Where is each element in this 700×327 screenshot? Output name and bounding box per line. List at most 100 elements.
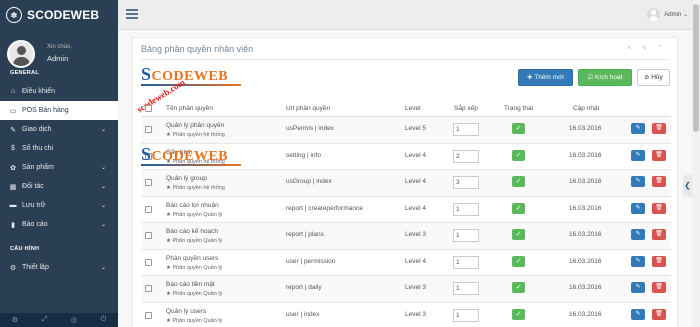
sidebar-item-4[interactable]: ✿ Sản phẩm ⌄	[0, 158, 118, 177]
sort-order-input[interactable]: 1	[453, 229, 479, 242]
sort-order-input[interactable]: 1	[453, 202, 479, 216]
row-checkbox[interactable]	[145, 258, 152, 266]
sidebar-menu-config: ⚙ Thiết lập ⌄	[0, 258, 118, 277]
gear-icon[interactable]: ⚙	[12, 316, 18, 324]
fullscreen-icon[interactable]: ⤢	[42, 316, 48, 324]
permission-url: usGroup | index	[286, 178, 332, 185]
paw-icon: ✽	[6, 7, 22, 23]
permission-group: ★ Phân quyền Quản lý	[166, 264, 223, 271]
table-row: Quản lý phân quyền ★ Phân quyền hệ thống u…	[141, 117, 671, 144]
brand[interactable]: ✽ SCODEWEB	[0, 0, 118, 30]
sort-order-input[interactable]: 1	[453, 123, 479, 136]
inbox-icon: ▬	[9, 202, 17, 209]
permission-name[interactable]: Báo cáo tiền mặt	[166, 281, 215, 288]
sidebar-item-6[interactable]: ▬ Lưu trữ ⌄	[0, 196, 118, 215]
edit-button[interactable]: ✎	[631, 123, 645, 134]
delete-button[interactable]: 🗑	[652, 176, 666, 187]
home-icon: ⌂	[10, 88, 16, 95]
bar-chart-icon: ▮	[11, 221, 15, 229]
permission-name[interactable]: Quản lý users	[166, 308, 206, 315]
page-scrollbar[interactable]	[692, 0, 700, 327]
edit-button[interactable]: ✎	[631, 149, 645, 161]
brand-name: SCODEWEB	[27, 8, 100, 22]
permission-url: report | plans	[286, 231, 324, 238]
scrollbar-thumb[interactable]	[693, 4, 699, 132]
user-menu-label: Admin ⌄	[664, 12, 688, 18]
menu-toggle-icon[interactable]	[126, 9, 138, 19]
table-header: Tên phân quyền Url phân quyền Level Sắp …	[141, 100, 671, 117]
permission-url: report | createperformance	[286, 204, 363, 212]
row-checkbox[interactable]	[145, 232, 152, 239]
row-checkbox[interactable]	[145, 179, 152, 186]
sidebar-item-label: Giao dịch	[22, 126, 52, 133]
avatar	[7, 40, 35, 68]
cancel-button[interactable]: ⊘ Hủy	[637, 69, 670, 86]
sidebar-item-0[interactable]: ⌂ Điều khiển	[0, 82, 118, 101]
sidebar-item-7[interactable]: ▮ Báo cáo ⌄	[0, 215, 118, 234]
sidebar-item-3[interactable]: $ Sổ thu chi	[0, 139, 118, 158]
sidebar-item-settings[interactable]: ⚙ Thiết lập ⌄	[0, 258, 118, 277]
row-checkbox[interactable]	[145, 311, 152, 319]
row-checkbox[interactable]	[145, 285, 152, 292]
sidebar-item-1[interactable]: ▭ POS Bán hàng	[0, 101, 118, 120]
user-menu[interactable]: Admin ⌄	[647, 8, 688, 21]
delete-button[interactable]: 🗑	[652, 282, 666, 293]
sidebar-item-label: POS Bán hàng	[22, 107, 69, 114]
delete-button[interactable]: 🗑	[652, 149, 666, 161]
add-button[interactable]: ✚ Thêm mới	[518, 69, 573, 86]
activate-button[interactable]: ☑ Kích hoạt	[578, 69, 632, 86]
row-checkbox[interactable]	[145, 126, 152, 133]
status-check-icon[interactable]: ✓	[512, 176, 525, 187]
sort-order-input[interactable]: 1	[453, 308, 479, 322]
panel-tools[interactable]: × ✎ ⌃	[627, 44, 667, 52]
edit-button[interactable]: ✎	[631, 176, 645, 187]
status-check-icon[interactable]: ✓	[512, 255, 525, 267]
permission-url: usPermis | index	[286, 125, 334, 132]
eye-slash-icon[interactable]: ◎	[71, 316, 77, 324]
status-check-icon[interactable]: ✓	[512, 229, 525, 240]
sidebar-item-label: Sổ thu chi	[22, 145, 54, 152]
table-row: Báo cáo tiền mặt ★ Phân quyền Quản lý repo…	[141, 276, 671, 303]
updated-date: 16.03.2016	[569, 310, 602, 318]
delete-button[interactable]: 🗑	[652, 123, 666, 134]
updated-date: 16.03.2016	[569, 178, 602, 185]
edit-button[interactable]: ✎	[631, 282, 645, 293]
row-checkbox[interactable]	[145, 205, 152, 213]
delete-button[interactable]: 🗑	[652, 308, 666, 320]
sidebar-item-2[interactable]: ✎ Giao dịch ⌄	[0, 120, 118, 139]
sort-order-input[interactable]: 1	[453, 282, 479, 295]
edit-button[interactable]: ✎	[631, 255, 645, 267]
panel-title: Bảng phân quyền nhân viên	[141, 44, 254, 54]
status-check-icon[interactable]: ✓	[512, 282, 525, 293]
sort-order-input[interactable]: 3	[453, 176, 479, 189]
sidebar-item-5[interactable]: ▦ Đối tác ⌄	[0, 177, 118, 196]
watermark-underline	[141, 164, 241, 166]
sort-order-input[interactable]: 2	[453, 149, 479, 163]
edit-button[interactable]: ✎	[631, 308, 645, 320]
permission-name[interactable]: Quản lý group	[166, 175, 207, 182]
chevron-left-icon[interactable]: ❮	[683, 175, 692, 197]
chevron-down-icon: ⌄	[100, 184, 106, 190]
permission-level: Level 4	[405, 151, 426, 159]
permission-name[interactable]: Quản lý phân quyền	[166, 122, 224, 129]
permission-group: ★ Phân quyền hệ thống	[166, 132, 225, 138]
divider	[141, 59, 669, 60]
updated-date: 16.03.2016	[569, 125, 602, 132]
sidebar-item-label: Điều khiển	[22, 88, 56, 95]
select-all-checkbox[interactable]	[145, 105, 152, 112]
edit-button[interactable]: ✎	[631, 229, 645, 240]
status-check-icon[interactable]: ✓	[512, 149, 525, 161]
delete-button[interactable]: 🗑	[652, 202, 666, 214]
permission-name[interactable]: Báo cáo kế hoạch	[166, 228, 218, 235]
edit-button[interactable]: ✎	[631, 202, 645, 214]
permission-name[interactable]: Phân quyền users	[166, 255, 218, 262]
permission-group: ★ Phân quyền Quản lý	[166, 291, 223, 297]
sort-order-input[interactable]: 1	[453, 255, 479, 269]
delete-button[interactable]: 🗑	[652, 229, 666, 240]
status-check-icon[interactable]: ✓	[512, 123, 525, 134]
power-off-icon[interactable]: ⏻	[101, 316, 107, 324]
status-check-icon[interactable]: ✓	[512, 308, 525, 320]
status-check-icon[interactable]: ✓	[512, 202, 525, 214]
delete-button[interactable]: 🗑	[652, 255, 666, 267]
permission-name[interactable]: Báo cáo lợi nhuận	[166, 202, 219, 209]
